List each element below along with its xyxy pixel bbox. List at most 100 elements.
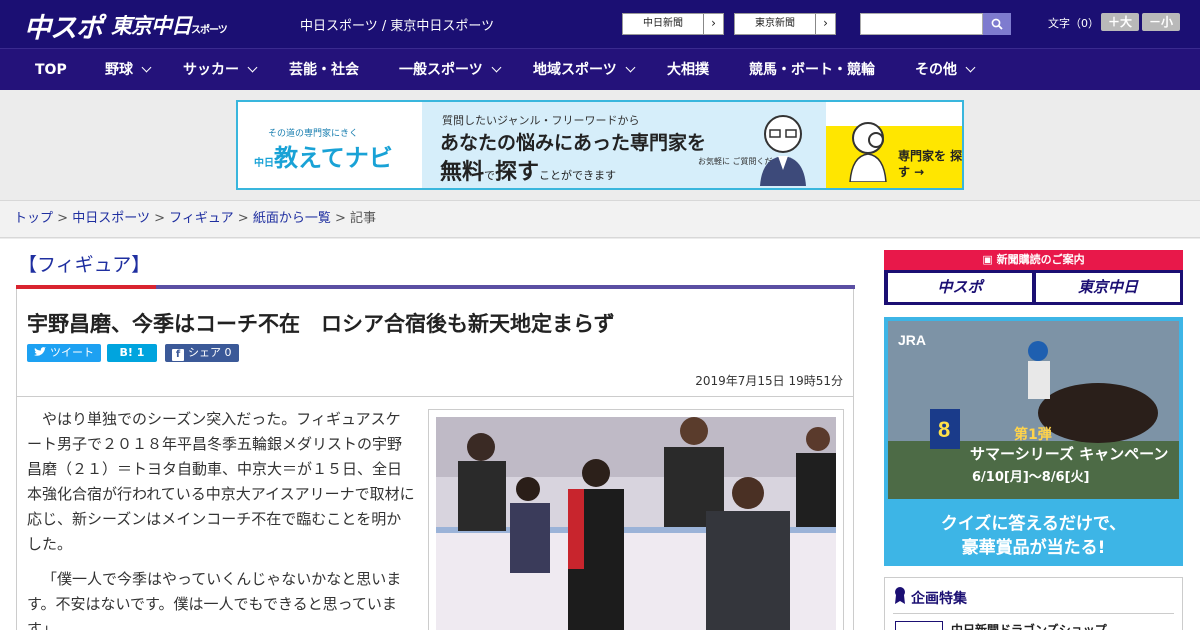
- banner-can: ことができます: [539, 169, 617, 182]
- chuspo-logo[interactable]: 中スポ: [24, 6, 103, 45]
- article-header: 宇野昌磨、今季はコーチ不在 ロシア合宿後も新天地定まらず ツイート B! 1 f…: [16, 285, 855, 397]
- tweet-label: ツイート: [50, 346, 94, 359]
- banner-copy-area: 質問したいジャンル・フリーワードから あなたの悩みにあった専門家を 無料で探すこ…: [422, 102, 826, 188]
- subscription-title: ▣ 新聞購読のご案内: [884, 250, 1183, 270]
- nav-item-racing[interactable]: 競馬・ボート・競輪: [749, 49, 875, 91]
- jra-ad-title: サマーシリーズ キャンペーン: [970, 445, 1168, 463]
- jra-ad-brand: JRA: [898, 332, 926, 348]
- article-photo[interactable]: [436, 417, 836, 630]
- subscribe-chuspo-button[interactable]: 中スポ: [888, 273, 1032, 302]
- search-input[interactable]: [860, 13, 983, 35]
- jra-ad-badge: 8: [938, 417, 950, 442]
- subscription-box: ▣ 新聞購読のご案内 中スポ 東京中日: [884, 250, 1183, 305]
- jra-ad[interactable]: JRA 8 第1弾 サマーシリーズ キャンペーン 6/10[月]～8/6[火] …: [884, 317, 1183, 566]
- chunichi-shimbun-label: 中日新聞: [643, 18, 683, 29]
- nav-item-soccer[interactable]: サッカー: [183, 49, 258, 91]
- facebook-icon: f: [172, 349, 184, 361]
- category-label: 【フィギュア】: [18, 254, 151, 276]
- top-header: 中スポ 東京中日スポーツ 中日スポーツ / 東京中日スポーツ 中日新聞 › 東京…: [0, 0, 1200, 48]
- feature-title: 企画特集: [911, 591, 967, 607]
- search-button[interactable]: [983, 13, 1011, 35]
- breadcrumb-chunichi-sports[interactable]: 中日スポーツ: [72, 211, 150, 226]
- banner-de: で: [484, 169, 496, 182]
- skaters-photo: [436, 417, 836, 630]
- tokyo-chunichi-logo-text: 東京中日: [111, 14, 192, 38]
- search-icon: [991, 18, 1003, 30]
- nav-item-label: 一般スポーツ: [399, 62, 483, 78]
- nav-item-label: その他: [915, 62, 957, 78]
- main-nav: TOP 野球 サッカー 芸能・社会 一般スポーツ 地域スポーツ 大相撲 競馬・ボ…: [0, 48, 1200, 90]
- article-date: 2019年7月15日 19時51分: [695, 374, 843, 388]
- jra-ad-dates: 6/10[月]～8/6[火]: [972, 470, 1090, 485]
- nav-item-label: 大相撲: [667, 62, 709, 78]
- article-paragraph-2: 「僕一人で今季はやっていくんじゃないかなと思います。不安はないです。僕は一人でも…: [27, 570, 402, 630]
- banner-line2: あなたの悩みにあった専門家を: [440, 132, 707, 154]
- oshiete-navi-banner[interactable]: その道の専門家にきく 中日教えてナビ 質問したいジャンル・フリーワードから あな…: [236, 100, 964, 190]
- nav-item-label: 野球: [105, 62, 133, 78]
- breadcrumb-sep: >: [154, 211, 165, 226]
- chevron-down-icon: [247, 62, 258, 73]
- banner-cta-text: 専門家を 探す →: [898, 149, 963, 179]
- tokyo-shimbun-button[interactable]: 東京新聞 ›: [734, 13, 836, 35]
- breadcrumb-top[interactable]: トップ: [14, 211, 53, 226]
- jra-ad-cta-line1: クイズに答えるだけで、: [940, 514, 1127, 534]
- feature-divider: [893, 613, 1174, 614]
- banner-brand-text: 教えてナビ: [274, 144, 393, 172]
- searcher-illustration: [849, 122, 887, 182]
- nav-item-entertainment[interactable]: 芸能・社会: [289, 49, 359, 91]
- consultant-illustration: [760, 115, 806, 186]
- banner-brand-small: 中日: [254, 158, 274, 169]
- chevron-down-icon: [625, 62, 636, 73]
- nav-item-label: 芸能・社会: [289, 62, 359, 78]
- banner-search: 探す: [495, 160, 540, 185]
- subscribe-tokyo-chunichi-button[interactable]: 東京中日: [1036, 273, 1180, 302]
- nav-item-general-sports[interactable]: 一般スポーツ: [399, 49, 502, 91]
- banner-cta: 専門家を 探す →: [826, 122, 963, 188]
- twitter-icon: [34, 347, 46, 356]
- feature-box: 企画特集 中日新聞ドラゴンズショップ: [884, 577, 1183, 630]
- hatena-bookmark-button[interactable]: B! 1: [107, 344, 157, 362]
- chunichi-shimbun-button[interactable]: 中日新聞 ›: [622, 13, 724, 35]
- nav-item-label: サッカー: [183, 62, 239, 78]
- nav-item-local-sports[interactable]: 地域スポーツ: [533, 49, 636, 91]
- banner-line1: 質問したいジャンル・フリーワードから: [442, 114, 640, 127]
- facebook-share-label: シェア 0: [188, 346, 232, 359]
- header-accent-blue: [156, 285, 855, 289]
- ribbon-icon: [895, 587, 905, 604]
- subscription-title-text: 新聞購読のご案内: [996, 253, 1085, 266]
- chevron-right-icon: ›: [703, 14, 723, 34]
- tweet-button[interactable]: ツイート: [27, 344, 101, 362]
- nav-item-label: 競馬・ボート・競輪: [749, 62, 875, 78]
- breadcrumb-figure[interactable]: フィギュア: [169, 211, 233, 226]
- font-size-smaller-button[interactable]: －小: [1142, 13, 1180, 31]
- jra-ad-photo: JRA 8 第1弾 サマーシリーズ キャンペーン 6/10[月]～8/6[火]: [888, 321, 1179, 499]
- chevron-down-icon: [141, 62, 152, 73]
- nav-item-sumo[interactable]: 大相撲: [667, 49, 709, 91]
- breadcrumb: トップ > 中日スポーツ > フィギュア > 紙面から一覧 > 記事: [0, 200, 1200, 238]
- site-links[interactable]: 中日スポーツ / 東京中日スポーツ: [300, 15, 494, 34]
- nav-item-label: 地域スポーツ: [533, 62, 617, 78]
- font-size-larger-button[interactable]: ＋大: [1101, 13, 1139, 31]
- breadcrumb-sep: >: [334, 211, 346, 226]
- breadcrumb-paper-list[interactable]: 紙面から一覧: [253, 211, 331, 226]
- tokyo-shimbun-label: 東京新聞: [755, 18, 795, 29]
- article-headline: 宇野昌磨、今季はコーチ不在 ロシア合宿後も新天地定まらず: [27, 312, 615, 336]
- facebook-share-button[interactable]: f シェア 0: [165, 344, 239, 362]
- tokyo-chunichi-logo-small: スポーツ: [191, 25, 228, 36]
- tokyo-chunichi-logo[interactable]: 東京中日スポーツ: [111, 10, 228, 40]
- header-accent-red: [16, 285, 156, 289]
- nav-item-baseball[interactable]: 野球: [105, 49, 152, 91]
- dragons-shop-thumb[interactable]: [895, 621, 943, 630]
- font-size-label: 文字（0）: [1048, 17, 1099, 30]
- nav-item-other[interactable]: その他: [915, 49, 976, 91]
- nav-item-label: TOP: [35, 62, 67, 78]
- feature-item-dragons-shop[interactable]: 中日新聞ドラゴンズショップ: [951, 621, 1107, 630]
- breadcrumb-sep: >: [237, 211, 249, 226]
- breadcrumb-sep: >: [57, 211, 69, 226]
- chevron-right-icon: ›: [815, 14, 835, 34]
- jra-ad-cta-line2: 豪華賞品が当たる!: [961, 538, 1106, 558]
- nav-item-top[interactable]: TOP: [35, 49, 67, 91]
- jra-ad-round: 第1弾: [1014, 426, 1052, 443]
- article-paragraph-1: やはり単独でのシーズン突入だった。フィギュアスケート男子で２０１８年平昌冬季五輪…: [27, 410, 415, 553]
- newspaper-icon: ▣: [982, 253, 997, 266]
